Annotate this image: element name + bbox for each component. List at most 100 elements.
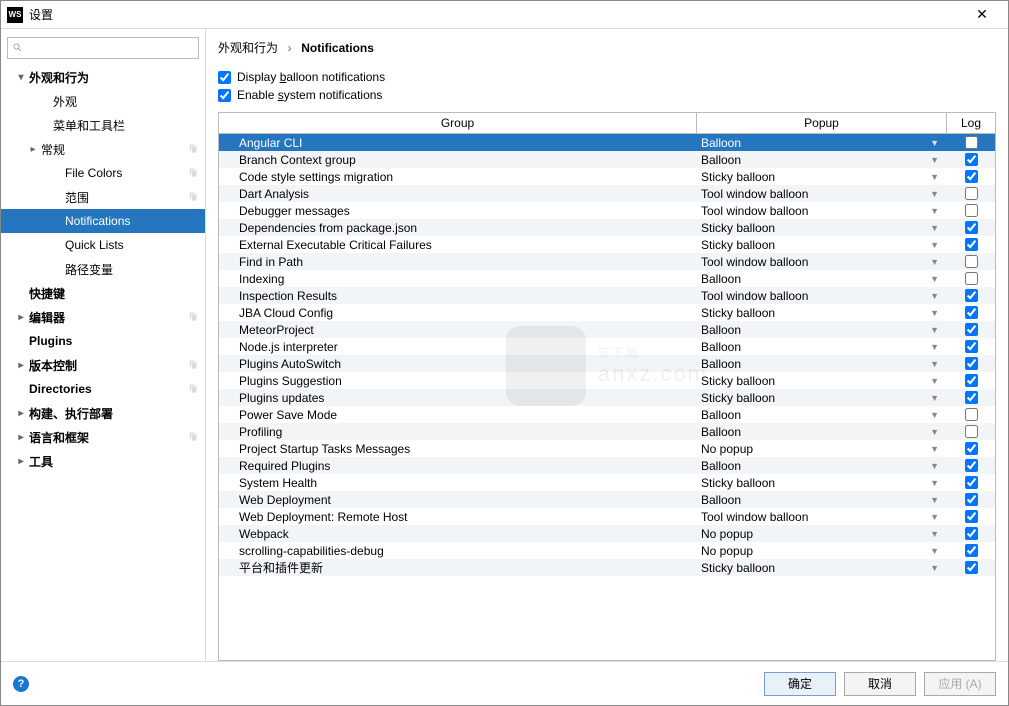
sidebar-item-general[interactable]: ▸常规 bbox=[1, 137, 205, 161]
log-checkbox[interactable] bbox=[965, 153, 978, 166]
sidebar-item-notifications[interactable]: Notifications bbox=[1, 209, 205, 233]
cell-log[interactable] bbox=[947, 306, 995, 319]
th-group[interactable]: Group bbox=[219, 113, 697, 133]
log-checkbox[interactable] bbox=[965, 136, 978, 149]
cell-log[interactable] bbox=[947, 170, 995, 183]
cell-log[interactable] bbox=[947, 153, 995, 166]
cell-popup[interactable]: Tool window balloon▼ bbox=[697, 289, 947, 303]
table-row[interactable]: Node.js interpreterBalloon▼ bbox=[219, 338, 995, 355]
sidebar-item-lang-frameworks[interactable]: 语言和框架 bbox=[1, 425, 205, 449]
cell-popup[interactable]: Balloon▼ bbox=[697, 408, 947, 422]
table-row[interactable]: Plugins AutoSwitchBalloon▼ bbox=[219, 355, 995, 372]
cell-popup[interactable]: Balloon▼ bbox=[697, 272, 947, 286]
cell-popup[interactable]: Tool window balloon▼ bbox=[697, 187, 947, 201]
cell-log[interactable] bbox=[947, 459, 995, 472]
cell-popup[interactable]: Tool window balloon▼ bbox=[697, 255, 947, 269]
cell-log[interactable] bbox=[947, 391, 995, 404]
cell-popup[interactable]: Balloon▼ bbox=[697, 425, 947, 439]
table-row[interactable]: Inspection ResultsTool window balloon▼ bbox=[219, 287, 995, 304]
table-row[interactable]: 平台和插件更新Sticky balloon▼ bbox=[219, 559, 995, 576]
cell-popup[interactable]: Sticky balloon▼ bbox=[697, 306, 947, 320]
sidebar-item-directories[interactable]: Directories bbox=[1, 377, 205, 401]
cell-log[interactable] bbox=[947, 544, 995, 557]
cell-popup[interactable]: Balloon▼ bbox=[697, 323, 947, 337]
log-checkbox[interactable] bbox=[965, 493, 978, 506]
log-checkbox[interactable] bbox=[965, 255, 978, 268]
sidebar-item-plugins[interactable]: Plugins bbox=[1, 329, 205, 353]
cell-log[interactable] bbox=[947, 255, 995, 268]
table-row[interactable]: Required PluginsBalloon▼ bbox=[219, 457, 995, 474]
breadcrumb-parent[interactable]: 外观和行为 bbox=[218, 41, 278, 55]
sidebar-item-appearance-behavior[interactable]: 外观和行为 bbox=[1, 65, 205, 89]
log-checkbox[interactable] bbox=[965, 357, 978, 370]
help-icon[interactable]: ? bbox=[13, 676, 29, 692]
apply-button[interactable]: 应用 (A) bbox=[924, 672, 996, 696]
cell-log[interactable] bbox=[947, 357, 995, 370]
table-row[interactable]: ProfilingBalloon▼ bbox=[219, 423, 995, 440]
cell-log[interactable] bbox=[947, 221, 995, 234]
log-checkbox[interactable] bbox=[965, 374, 978, 387]
log-checkbox[interactable] bbox=[965, 289, 978, 302]
cell-popup[interactable]: Sticky balloon▼ bbox=[697, 391, 947, 405]
log-checkbox[interactable] bbox=[965, 306, 978, 319]
table-row[interactable]: Dependencies from package.jsonSticky bal… bbox=[219, 219, 995, 236]
cell-log[interactable] bbox=[947, 323, 995, 336]
log-checkbox[interactable] bbox=[965, 459, 978, 472]
sidebar-item-quick-lists[interactable]: Quick Lists bbox=[1, 233, 205, 257]
close-icon[interactable]: ✕ bbox=[962, 6, 1002, 23]
table-row[interactable]: Find in PathTool window balloon▼ bbox=[219, 253, 995, 270]
cell-popup[interactable]: No popup▼ bbox=[697, 527, 947, 541]
cell-log[interactable] bbox=[947, 561, 995, 574]
log-checkbox[interactable] bbox=[965, 323, 978, 336]
table-row[interactable]: Plugins updatesSticky balloon▼ bbox=[219, 389, 995, 406]
table-row[interactable]: Web Deployment: Remote HostTool window b… bbox=[219, 508, 995, 525]
cell-popup[interactable]: Sticky balloon▼ bbox=[697, 170, 947, 184]
sidebar-item-menus-toolbars[interactable]: 菜单和工具栏 bbox=[1, 113, 205, 137]
log-checkbox[interactable] bbox=[965, 527, 978, 540]
cell-popup[interactable]: Balloon▼ bbox=[697, 357, 947, 371]
log-checkbox[interactable] bbox=[965, 221, 978, 234]
sidebar-item-editor[interactable]: 编辑器 bbox=[1, 305, 205, 329]
log-checkbox[interactable] bbox=[965, 544, 978, 557]
table-row[interactable]: MeteorProjectBalloon▼ bbox=[219, 321, 995, 338]
cell-log[interactable] bbox=[947, 374, 995, 387]
cell-popup[interactable]: Balloon▼ bbox=[697, 153, 947, 167]
table-row[interactable]: Project Startup Tasks MessagesNo popup▼ bbox=[219, 440, 995, 457]
settings-tree[interactable]: 外观和行为外观菜单和工具栏▸常规File Colors范围Notificatio… bbox=[1, 65, 205, 661]
cell-log[interactable] bbox=[947, 493, 995, 506]
table-row[interactable]: JBA Cloud ConfigSticky balloon▼ bbox=[219, 304, 995, 321]
log-checkbox[interactable] bbox=[965, 476, 978, 489]
log-checkbox[interactable] bbox=[965, 187, 978, 200]
cell-log[interactable] bbox=[947, 510, 995, 523]
cell-popup[interactable]: Sticky balloon▼ bbox=[697, 374, 947, 388]
log-checkbox[interactable] bbox=[965, 425, 978, 438]
cell-popup[interactable]: Balloon▼ bbox=[697, 136, 947, 150]
log-checkbox[interactable] bbox=[965, 340, 978, 353]
cell-log[interactable] bbox=[947, 340, 995, 353]
enable-system-input[interactable] bbox=[218, 89, 231, 102]
cell-log[interactable] bbox=[947, 425, 995, 438]
table-row[interactable]: System HealthSticky balloon▼ bbox=[219, 474, 995, 491]
display-balloon-input[interactable] bbox=[218, 71, 231, 84]
table-row[interactable]: External Executable Critical FailuresSti… bbox=[219, 236, 995, 253]
log-checkbox[interactable] bbox=[965, 510, 978, 523]
cell-popup[interactable]: Sticky balloon▼ bbox=[697, 476, 947, 490]
table-row[interactable]: WebpackNo popup▼ bbox=[219, 525, 995, 542]
cell-popup[interactable]: Tool window balloon▼ bbox=[697, 510, 947, 524]
display-balloon-checkbox[interactable]: Display balloon notifications bbox=[218, 70, 996, 84]
cell-log[interactable] bbox=[947, 527, 995, 540]
search-input[interactable] bbox=[28, 41, 194, 55]
cell-popup[interactable]: Balloon▼ bbox=[697, 340, 947, 354]
cell-popup[interactable]: Sticky balloon▼ bbox=[697, 221, 947, 235]
table-row[interactable]: Code style settings migrationSticky ball… bbox=[219, 168, 995, 185]
table-row[interactable]: Dart AnalysisTool window balloon▼ bbox=[219, 185, 995, 202]
log-checkbox[interactable] bbox=[965, 391, 978, 404]
sidebar-item-file-colors[interactable]: File Colors bbox=[1, 161, 205, 185]
sidebar-item-keymap[interactable]: 快捷键 bbox=[1, 281, 205, 305]
cell-log[interactable] bbox=[947, 238, 995, 251]
cell-log[interactable] bbox=[947, 289, 995, 302]
sidebar-item-vcs[interactable]: 版本控制 bbox=[1, 353, 205, 377]
cell-popup[interactable]: Sticky balloon▼ bbox=[697, 238, 947, 252]
cell-log[interactable] bbox=[947, 272, 995, 285]
cell-popup[interactable]: Balloon▼ bbox=[697, 493, 947, 507]
